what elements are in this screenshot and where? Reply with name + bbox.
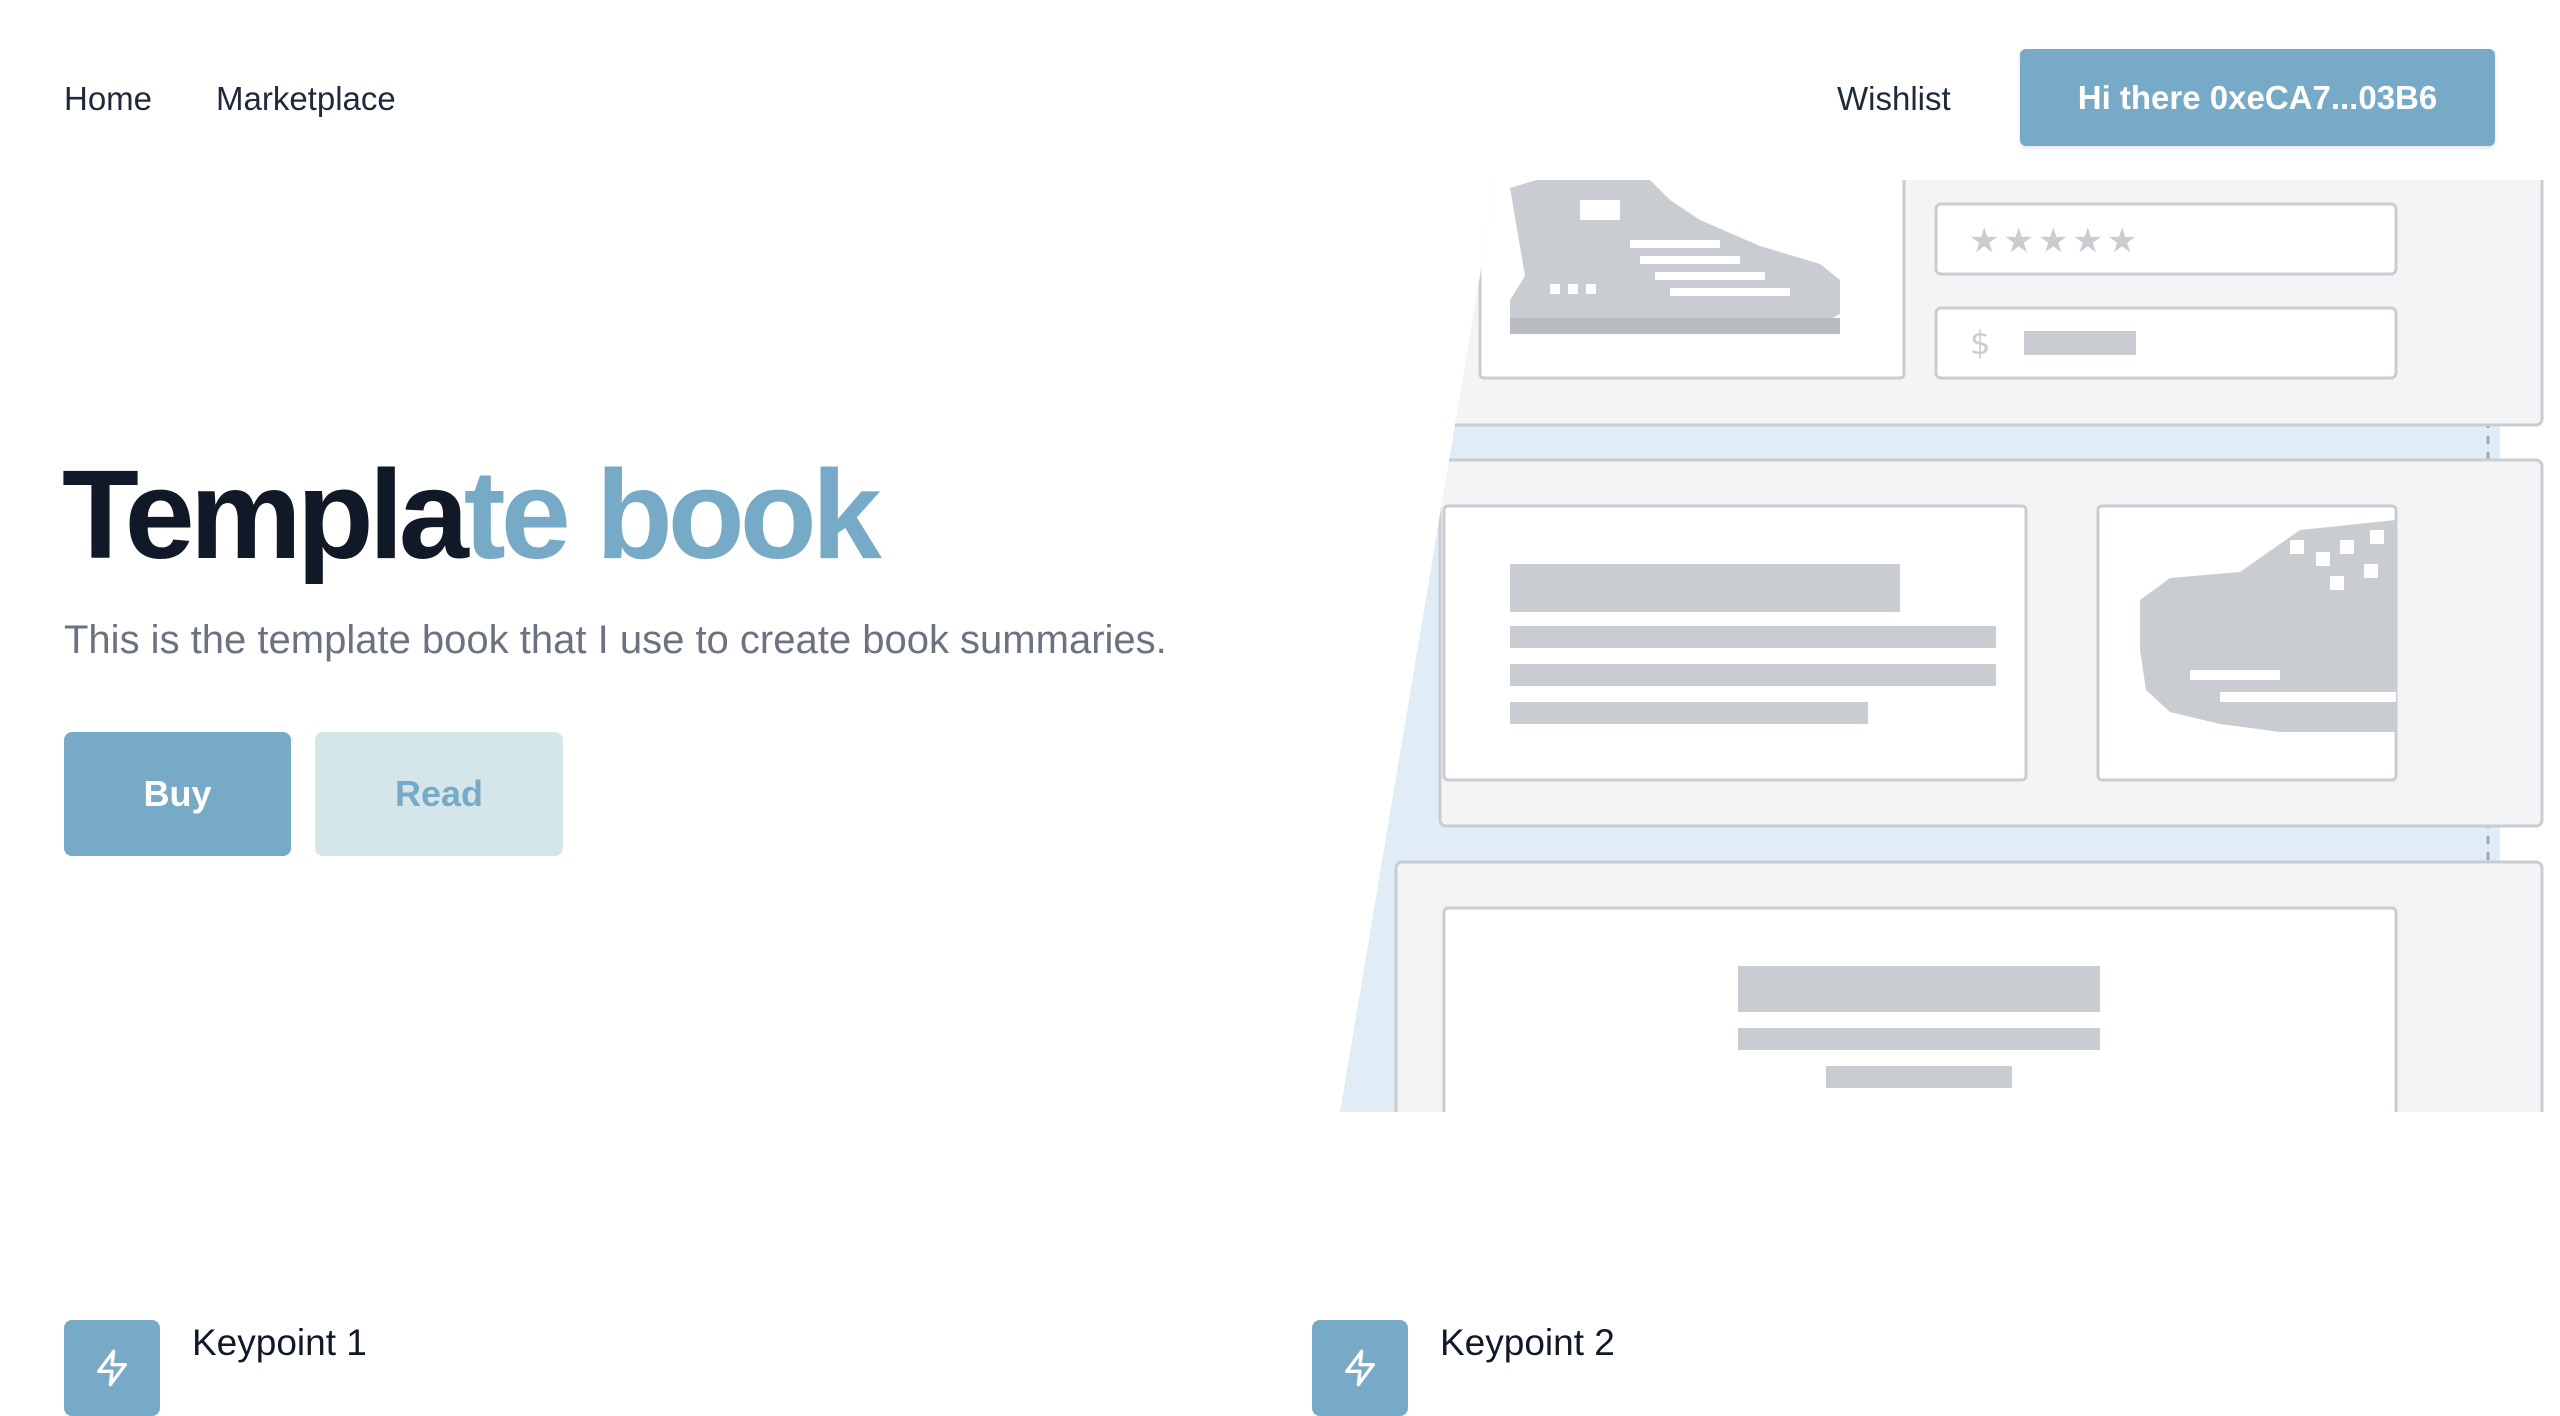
top-navigation: Home Marketplace Wishlist Hi there 0xeCA… bbox=[0, 0, 2560, 196]
hero-title-accent-part: te book bbox=[463, 444, 882, 585]
price-currency-symbol: $ bbox=[1970, 324, 1990, 362]
nav-wishlist-link[interactable]: Wishlist bbox=[1837, 79, 1951, 119]
text-placeholder-heading bbox=[1738, 966, 2100, 1012]
price-placeholder-bar bbox=[2024, 331, 2136, 355]
text-placeholder-line bbox=[1738, 1028, 2100, 1050]
lightning-icon bbox=[64, 1320, 160, 1416]
text-placeholder-line bbox=[1510, 702, 1868, 724]
nav-marketplace-link[interactable]: Marketplace bbox=[216, 79, 396, 119]
feature-title: Keypoint 2 bbox=[1440, 1322, 1615, 1363]
hero-illustration: ★★★★★ $ bbox=[1340, 180, 2560, 1112]
rating-stars: ★★★★★ bbox=[1969, 221, 2141, 261]
nav-home-link[interactable]: Home bbox=[64, 79, 152, 119]
buy-button[interactable]: Buy bbox=[64, 732, 291, 856]
text-placeholder-line bbox=[1510, 664, 1996, 686]
wireframe-illustration: ★★★★★ $ bbox=[1340, 180, 2560, 1112]
hero-subtitle: This is the template book that I use to … bbox=[64, 618, 1167, 662]
feature-title: Keypoint 1 bbox=[192, 1322, 367, 1363]
hero-title-dark-part: Templa bbox=[62, 444, 469, 585]
text-placeholder-line bbox=[1510, 626, 1996, 648]
hero-title: Template book bbox=[62, 440, 882, 590]
text-placeholder-line bbox=[1826, 1066, 2012, 1088]
text-placeholder-heading bbox=[1510, 564, 1900, 612]
wallet-account-button[interactable]: Hi there 0xeCA7...03B6 bbox=[2020, 49, 2495, 146]
price-input-box bbox=[1934, 306, 2398, 380]
read-button[interactable]: Read bbox=[315, 732, 563, 856]
lightning-icon bbox=[1312, 1320, 1408, 1416]
